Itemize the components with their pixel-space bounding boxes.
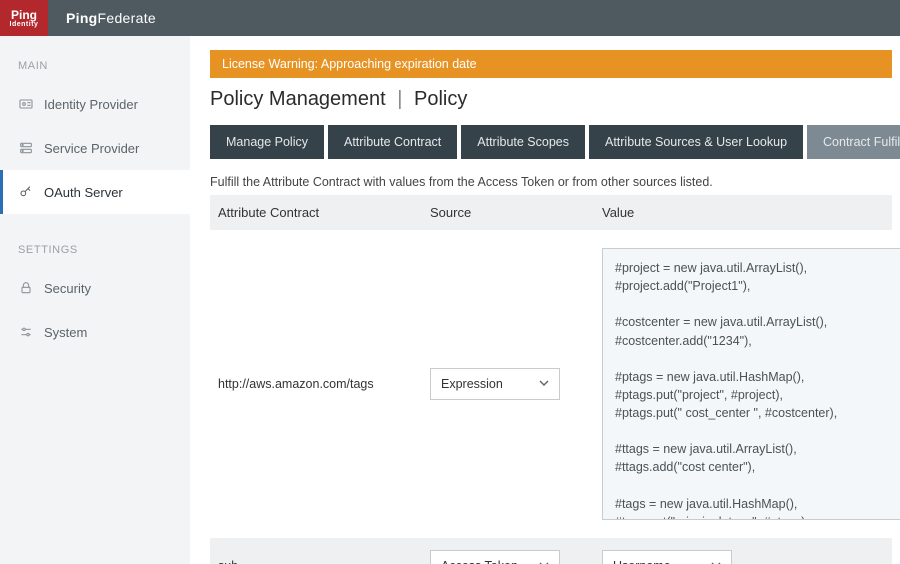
tab-attribute-sources[interactable]: Attribute Sources & User Lookup <box>589 125 803 159</box>
sidebar-item-label: Service Provider <box>44 141 139 156</box>
source-select[interactable]: Access Token <box>430 550 560 564</box>
tab-contract-fulfillment[interactable]: Contract Fulfillment <box>807 125 900 159</box>
sidebar-item-service-provider[interactable]: Service Provider <box>0 126 190 170</box>
table-row: http://aws.amazon.com/tags Expression <box>210 230 892 538</box>
table-row: sub Access Token Username <box>210 538 892 564</box>
breadcrumb-separator: | <box>391 88 408 110</box>
sidebar-item-system[interactable]: System <box>0 310 190 354</box>
top-bar: Ping Identity PingFederate <box>0 0 900 36</box>
source-select-value: Expression <box>441 377 503 391</box>
table-header-row: Attribute Contract Source Value <box>210 195 892 230</box>
brand-badge-top: Ping <box>11 9 37 21</box>
brand-badge: Ping Identity <box>0 0 48 36</box>
sidebar-item-identity-provider[interactable]: Identity Provider <box>0 82 190 126</box>
source-select-value: Access Token <box>441 559 518 564</box>
server-icon <box>18 140 34 156</box>
main-content: License Warning: Approaching expiration … <box>190 36 900 564</box>
chevron-down-icon <box>711 559 721 564</box>
source-select[interactable]: Expression <box>430 368 560 400</box>
tab-attribute-scopes[interactable]: Attribute Scopes <box>461 125 585 159</box>
breadcrumb-root: Policy Management <box>210 88 386 110</box>
sidebar-item-label: System <box>44 325 87 340</box>
sidebar-item-oauth-server[interactable]: OAuth Server <box>0 170 190 214</box>
sidebar-item-security[interactable]: Security <box>0 266 190 310</box>
value-expression-textarea[interactable] <box>602 248 900 520</box>
tab-attribute-contract[interactable]: Attribute Contract <box>328 125 457 159</box>
value-select[interactable]: Username <box>602 550 732 564</box>
lock-icon <box>18 280 34 296</box>
col-attribute-contract: Attribute Contract <box>218 205 418 220</box>
tab-bar: Manage Policy Attribute Contract Attribu… <box>210 125 892 159</box>
sidebar-section-settings: SETTINGS <box>0 238 190 262</box>
value-select-value: Username <box>613 559 671 564</box>
tab-manage-policy[interactable]: Manage Policy <box>210 125 324 159</box>
sidebar-section-main: MAIN <box>0 54 190 78</box>
col-source: Source <box>430 205 590 220</box>
sidebar-item-label: Identity Provider <box>44 97 138 112</box>
attribute-name: http://aws.amazon.com/tags <box>218 377 418 391</box>
helper-text: Fulfill the Attribute Contract with valu… <box>210 175 892 189</box>
col-value: Value <box>602 205 884 220</box>
chevron-down-icon <box>539 559 549 564</box>
sidebar: MAIN Identity Provider Service Provider … <box>0 36 190 564</box>
attribute-fulfillment-table: Attribute Contract Source Value http://a… <box>210 195 892 564</box>
product-name: PingFederate <box>66 10 156 26</box>
breadcrumb-leaf: Policy <box>414 88 467 110</box>
key-icon <box>18 184 34 200</box>
brand-badge-bottom: Identity <box>10 21 39 28</box>
sidebar-item-label: Security <box>44 281 91 296</box>
attribute-name: sub <box>218 559 418 564</box>
page-title: Policy Management | Policy <box>210 88 892 111</box>
license-warning-banner: License Warning: Approaching expiration … <box>210 50 892 78</box>
id-card-icon <box>18 96 34 112</box>
sidebar-item-label: OAuth Server <box>44 185 123 200</box>
chevron-down-icon <box>539 377 549 391</box>
sliders-icon <box>18 324 34 340</box>
